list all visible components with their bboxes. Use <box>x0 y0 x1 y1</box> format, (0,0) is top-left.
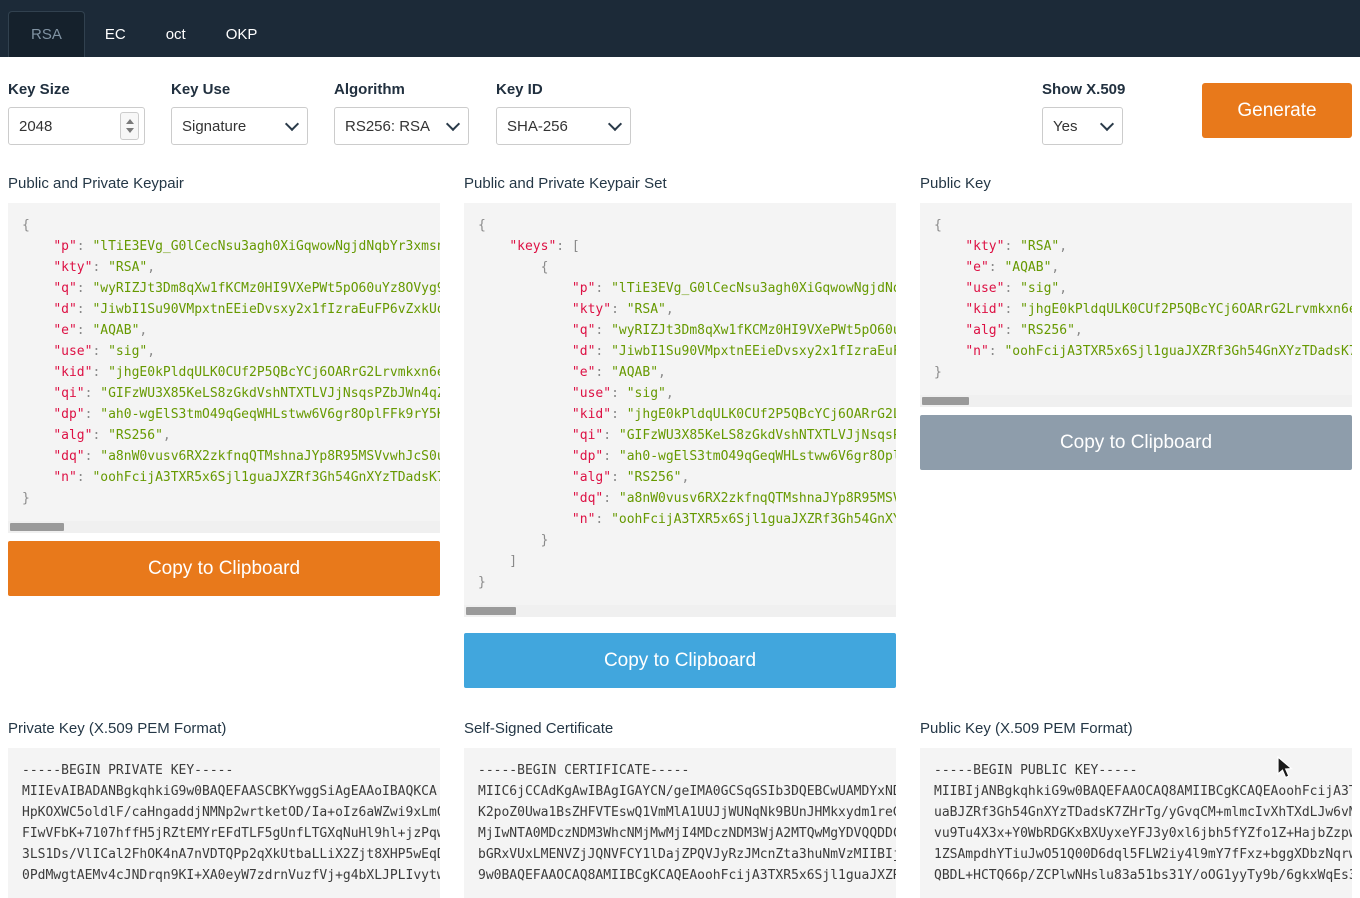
public-key-title: Public Key <box>920 175 1352 192</box>
key-use-field: Key Use Signature <box>171 81 308 145</box>
key-use-select[interactable]: Signature <box>171 107 308 145</box>
keypair-horizontal-scrollbar[interactable] <box>8 521 440 533</box>
scrollbar-thumb[interactable] <box>10 523 64 531</box>
keypair-set-horizontal-scrollbar[interactable] <box>464 605 896 617</box>
results-row-bottom: Private Key (X.509 PEM Format) -----BEGI… <box>0 720 1360 898</box>
scrollbar-thumb[interactable] <box>466 607 516 615</box>
key-type-tab-bar: RSA EC oct OKP <box>0 0 1360 57</box>
tab-rsa[interactable]: RSA <box>8 11 85 57</box>
chevron-down-icon <box>608 116 622 130</box>
keypair-title: Public and Private Keypair <box>8 175 440 192</box>
public-pem-title: Public Key (X.509 PEM Format) <box>920 720 1352 737</box>
private-pem-text: -----BEGIN PRIVATE KEY----- MIIEvAIBADAN… <box>8 748 440 898</box>
key-use-value: Signature <box>182 118 246 135</box>
keypair-json: { "p": "lTiE3EVg_G0lCecNsu3agh0XiGqwowNg… <box>8 203 440 521</box>
private-pem-section: Private Key (X.509 PEM Format) -----BEGI… <box>8 720 440 898</box>
key-size-input[interactable]: 2048 <box>8 107 145 145</box>
key-id-field: Key ID SHA-256 <box>496 81 631 145</box>
algorithm-field: Algorithm RS256: RSA <box>334 81 469 145</box>
scrollbar-thumb[interactable] <box>922 397 969 405</box>
certificate-section: Self-Signed Certificate -----BEGIN CERTI… <box>464 720 896 898</box>
certificate-title: Self-Signed Certificate <box>464 720 896 737</box>
number-spinner[interactable] <box>120 112 139 140</box>
public-key-section: Public Key { "kty": "RSA", "e": "AQAB", … <box>920 175 1352 470</box>
algorithm-value: RS256: RSA <box>345 118 430 135</box>
algorithm-label: Algorithm <box>334 81 469 98</box>
tab-ec[interactable]: EC <box>85 11 146 57</box>
key-id-label: Key ID <box>496 81 631 98</box>
copy-keypair-set-button[interactable]: Copy to Clipboard <box>464 633 896 688</box>
keypair-set-json: { "keys": [ { "p": "lTiE3EVg_G0lCecNsu3a… <box>464 203 896 605</box>
tab-okp[interactable]: OKP <box>206 11 278 57</box>
show-x509-select[interactable]: Yes <box>1042 107 1123 145</box>
certificate-text: -----BEGIN CERTIFICATE----- MIIC6jCCAdKg… <box>464 748 896 898</box>
keypair-set-section: Public and Private Keypair Set { "keys":… <box>464 175 896 688</box>
show-x509-label: Show X.509 <box>1042 81 1128 98</box>
copy-keypair-button[interactable]: Copy to Clipboard <box>8 541 440 596</box>
spinner-down-icon[interactable] <box>126 128 134 133</box>
public-pem-section: Public Key (X.509 PEM Format) -----BEGIN… <box>920 720 1352 898</box>
key-size-label: Key Size <box>8 81 145 98</box>
algorithm-select[interactable]: RS256: RSA <box>334 107 469 145</box>
generator-form: Key Size 2048 Key Use Signature Algorith… <box>0 57 1360 145</box>
show-x509-value: Yes <box>1053 118 1077 135</box>
public-pem-text: -----BEGIN PUBLIC KEY----- MIIBIjANBgkqh… <box>920 748 1352 898</box>
generate-button[interactable]: Generate <box>1202 83 1352 138</box>
key-id-select[interactable]: SHA-256 <box>496 107 631 145</box>
key-id-value: SHA-256 <box>507 118 568 135</box>
tab-oct[interactable]: oct <box>146 11 206 57</box>
keypair-set-title: Public and Private Keypair Set <box>464 175 896 192</box>
private-pem-title: Private Key (X.509 PEM Format) <box>8 720 440 737</box>
key-size-field: Key Size 2048 <box>8 81 145 145</box>
public-key-json: { "kty": "RSA", "e": "AQAB", "use": "sig… <box>920 203 1352 395</box>
keypair-section: Public and Private Keypair { "p": "lTiE3… <box>8 175 440 596</box>
spinner-up-icon[interactable] <box>126 119 134 124</box>
results-row-top: Public and Private Keypair { "p": "lTiE3… <box>0 175 1360 688</box>
copy-public-key-button[interactable]: Copy to Clipboard <box>920 415 1352 470</box>
key-use-label: Key Use <box>171 81 308 98</box>
chevron-down-icon <box>285 116 299 130</box>
show-x509-field: Show X.509 Yes <box>1042 81 1128 145</box>
chevron-down-icon <box>1100 116 1114 130</box>
chevron-down-icon <box>446 116 460 130</box>
public-key-horizontal-scrollbar[interactable] <box>920 395 1352 407</box>
key-size-value: 2048 <box>19 118 52 135</box>
